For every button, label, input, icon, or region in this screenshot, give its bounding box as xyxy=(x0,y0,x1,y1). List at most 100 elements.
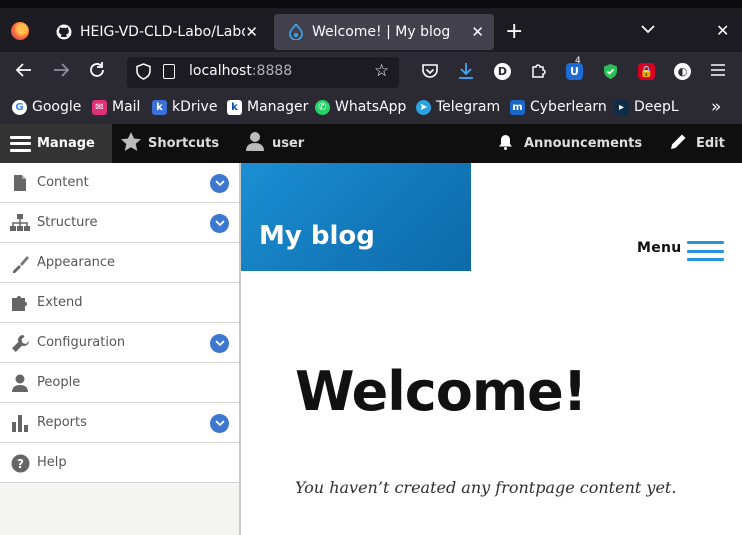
chevron-down-icon[interactable] xyxy=(210,414,229,433)
toolbar-user-label: user xyxy=(272,136,305,151)
bookmark-label: Telegram xyxy=(436,99,501,115)
sidebar-item-people[interactable]: People xyxy=(0,363,239,403)
menu-label: Menu xyxy=(637,240,682,256)
bookmark-whatsapp[interactable]: ✆ WhatsApp xyxy=(315,99,406,115)
github-icon xyxy=(56,24,72,40)
tab-github[interactable]: HEIG-VD-CLD-Labo/Labo ✕ xyxy=(42,14,268,50)
admin-sidebar-tray: Content Structure Appearance Extend Conf… xyxy=(0,163,241,535)
page-title: Welcome! xyxy=(295,360,587,423)
url-text[interactable]: localhost:8888 xyxy=(189,63,292,79)
toolbar-user[interactable]: user xyxy=(246,124,304,163)
star-icon xyxy=(121,132,141,155)
site-name-link[interactable]: My blog xyxy=(259,221,375,251)
bookmark-cyberlearn[interactable]: m Cyberlearn xyxy=(510,99,607,115)
bookmark-star-icon[interactable]: ☆ xyxy=(374,61,389,81)
user-icon xyxy=(246,132,264,155)
shield-icon[interactable] xyxy=(136,63,151,84)
sidebar-item-label: People xyxy=(37,375,81,390)
toolbar-manage[interactable]: Manage xyxy=(0,124,112,163)
hamburger-menu-icon xyxy=(687,241,724,261)
close-tab-icon[interactable]: ✕ xyxy=(245,23,258,41)
bookmark-manager[interactable]: k Manager xyxy=(227,99,308,115)
sidebar-item-structure[interactable]: Structure xyxy=(0,203,239,243)
chevron-down-icon[interactable] xyxy=(210,174,229,193)
manage-menu-icon xyxy=(10,135,31,152)
empty-frontpage-message: You haven’t created any frontpage conten… xyxy=(295,478,677,497)
bookmark-label: WhatsApp xyxy=(335,99,407,115)
firefox-logo-icon xyxy=(11,22,29,40)
duckduckgo-icon[interactable]: D xyxy=(494,63,511,80)
extension-badge: 4 xyxy=(575,56,581,66)
new-tab-icon[interactable]: + xyxy=(505,21,523,43)
bookmark-label: Manager xyxy=(247,99,309,115)
deepl-icon: ▸ xyxy=(614,99,629,115)
toolbar-announcements-label: Announcements xyxy=(524,136,643,151)
browser-tab-strip: HEIG-VD-CLD-Labo/Labo ✕ Welcome! | My bl… xyxy=(0,0,742,52)
sidebar-item-content[interactable]: Content xyxy=(0,163,239,203)
forward-icon[interactable] xyxy=(52,61,70,84)
dark-reader-icon[interactable]: ◐ xyxy=(674,63,691,80)
toolbar-announcements[interactable]: Announcements xyxy=(498,124,642,163)
chevron-down-icon[interactable] xyxy=(210,334,229,353)
url-bar[interactable]: localhost:8888 ☆ xyxy=(127,57,399,88)
extensions-puzzle-icon[interactable] xyxy=(530,62,547,84)
tab-title: HEIG-VD-CLD-Labo/Labo xyxy=(80,24,245,40)
drupal-icon xyxy=(288,24,304,40)
sidebar-item-label: Appearance xyxy=(37,255,116,270)
page-info-icon[interactable] xyxy=(163,64,175,79)
bookmark-google[interactable]: G Google xyxy=(12,99,81,115)
sidebar-item-label: Content xyxy=(37,175,89,190)
google-icon: G xyxy=(12,99,27,115)
site-branding: My blog xyxy=(241,163,471,271)
privacy-shield-icon[interactable] xyxy=(602,63,619,80)
bookmark-label: Mail xyxy=(112,99,141,115)
tab-title: Welcome! | My blog xyxy=(312,24,451,40)
lock-icon[interactable]: 🔒 xyxy=(638,63,655,80)
toolbar-edit[interactable]: Edit xyxy=(670,124,725,163)
toolbar-manage-label: Manage xyxy=(37,136,95,151)
help-icon: ? xyxy=(10,453,30,473)
chevron-right-more-icon[interactable]: » xyxy=(711,97,721,117)
download-icon[interactable] xyxy=(457,62,475,85)
sidebar-item-help[interactable]: ? Help xyxy=(0,443,239,483)
window-close-icon[interactable]: ✕ xyxy=(716,21,729,40)
reports-icon xyxy=(10,413,30,433)
sidebar-item-label: Reports xyxy=(37,415,87,430)
hamburger-menu-icon[interactable] xyxy=(710,62,726,82)
toolbar-edit-label: Edit xyxy=(696,136,725,151)
sidebar-item-appearance[interactable]: Appearance xyxy=(0,243,239,283)
browser-nav-bar: localhost:8888 ☆ D U 4 🔒 ◐ xyxy=(0,52,742,92)
extend-icon xyxy=(10,293,30,313)
chevron-down-icon[interactable] xyxy=(641,22,655,38)
sidebar-item-extend[interactable]: Extend xyxy=(0,283,239,323)
bookmarks-toolbar: G Google ✉ Mail k kDrive k Manager ✆ Wha… xyxy=(0,92,742,124)
bookmark-mail[interactable]: ✉ Mail xyxy=(92,99,140,115)
bookmark-deepl[interactable]: ▸ DeepL xyxy=(614,99,679,115)
kdrive-icon: k xyxy=(152,99,167,115)
sidebar-item-label: Structure xyxy=(37,215,98,230)
bookmark-label: Google xyxy=(32,99,82,115)
bookmark-label: DeepL xyxy=(634,99,679,115)
toolbar-shortcuts-label: Shortcuts xyxy=(148,136,220,151)
sidebar-item-configuration[interactable]: Configuration xyxy=(0,323,239,363)
content-icon xyxy=(10,173,30,193)
close-tab-icon[interactable]: ✕ xyxy=(471,23,484,41)
reload-icon[interactable] xyxy=(88,61,106,84)
bell-icon xyxy=(498,134,513,154)
bookmark-label: kDrive xyxy=(172,99,218,115)
mail-icon: ✉ xyxy=(92,99,107,115)
cyberlearn-icon: m xyxy=(510,99,525,115)
bookmark-kdrive[interactable]: k kDrive xyxy=(152,99,217,115)
sidebar-item-reports[interactable]: Reports xyxy=(0,403,239,443)
manager-icon: k xyxy=(227,99,242,115)
back-icon[interactable] xyxy=(15,61,33,84)
pocket-icon[interactable] xyxy=(421,62,439,85)
tab-welcome[interactable]: Welcome! | My blog ✕ xyxy=(274,14,494,50)
bookmark-telegram[interactable]: ➤ Telegram xyxy=(416,99,500,115)
drupal-admin-toolbar: Manage Shortcuts user Announcements Edit xyxy=(0,124,742,163)
chevron-down-icon[interactable] xyxy=(210,214,229,233)
main-menu-button[interactable]: Menu xyxy=(637,240,724,261)
sidebar-item-label: Extend xyxy=(37,295,83,310)
people-icon xyxy=(10,373,30,393)
toolbar-shortcuts[interactable]: Shortcuts xyxy=(121,124,219,163)
